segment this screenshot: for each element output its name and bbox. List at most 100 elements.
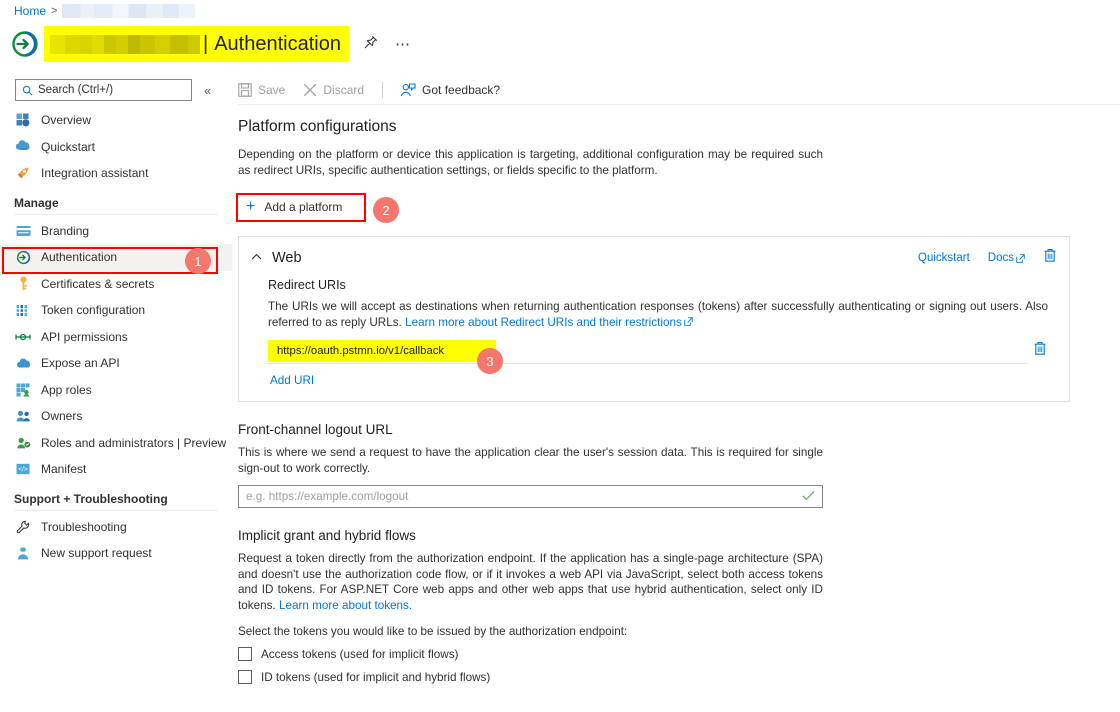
delete-redirect-uri-button[interactable] bbox=[1033, 341, 1047, 361]
access-tokens-checkbox[interactable] bbox=[238, 647, 252, 661]
sidebar-item-quickstart[interactable]: Quickstart bbox=[0, 134, 232, 161]
search-area: Search (Ctrl+/) « bbox=[15, 79, 211, 101]
page-title-highlight: | Authentication bbox=[44, 26, 349, 62]
web-card-actions: Quickstart Docs bbox=[918, 248, 1057, 268]
sidebar-item-label: Integration assistant bbox=[41, 166, 149, 181]
app-roles-icon bbox=[14, 382, 32, 398]
search-placeholder: Search (Ctrl+/) bbox=[38, 84, 114, 96]
collapse-panel-button[interactable]: « bbox=[204, 83, 211, 98]
sidebar-item-overview[interactable]: Overview bbox=[0, 107, 232, 134]
key-icon bbox=[14, 276, 32, 292]
sidebar-item-api-permissions[interactable]: API permissions bbox=[0, 324, 232, 351]
support-person-icon bbox=[14, 545, 32, 561]
sidebar-group-divider bbox=[14, 213, 218, 215]
front-channel-logout-placeholder: e.g. https://example.com/logout bbox=[246, 490, 409, 503]
api-permissions-icon bbox=[14, 329, 32, 345]
plus-icon: + bbox=[246, 198, 256, 215]
sidebar-item-app-roles[interactable]: App roles bbox=[0, 377, 232, 404]
left-navigation-panel: Search (Ctrl+/) « Overview Quickstart In… bbox=[0, 72, 232, 712]
breadcrumb-separator: > bbox=[51, 5, 58, 17]
wrench-icon bbox=[14, 519, 32, 535]
sidebar-item-label: Token configuration bbox=[41, 303, 146, 318]
sidebar-item-branding[interactable]: Branding bbox=[0, 218, 232, 245]
marker-2: 2 bbox=[373, 197, 399, 223]
platform-configurations-description: Depending on the platform or device this… bbox=[238, 148, 823, 177]
got-feedback-label: Got feedback? bbox=[422, 83, 501, 97]
sidebar-item-new-support-request[interactable]: New support request bbox=[0, 540, 232, 567]
sidebar-item-label: Roles and administrators | Preview bbox=[41, 435, 227, 450]
sidebar-item-integration-assistant[interactable]: Integration assistant bbox=[0, 160, 232, 187]
web-platform-card: Web Quickstart Docs Redirect URIs The UR… bbox=[238, 236, 1070, 402]
trash-icon bbox=[1044, 249, 1056, 262]
quickstart-link[interactable]: Quickstart bbox=[918, 252, 970, 264]
implicit-grant-learn-more-link[interactable]: Learn more about tokens. bbox=[279, 599, 412, 612]
save-button[interactable]: Save bbox=[238, 83, 285, 97]
sidebar-item-roles-and-administrators[interactable]: Roles and administrators | Preview bbox=[0, 430, 232, 457]
breadcrumb: Home > bbox=[14, 4, 196, 18]
access-tokens-checkbox-row[interactable]: Access tokens (used for implicit flows) bbox=[238, 647, 1070, 661]
sidebar-item-token-configuration[interactable]: Token configuration bbox=[0, 297, 232, 324]
discard-button[interactable]: Discard bbox=[303, 83, 364, 97]
authentication-app-icon bbox=[10, 29, 40, 59]
owners-icon bbox=[14, 408, 32, 424]
sidebar-group-manage-title: Manage bbox=[14, 195, 59, 210]
sidebar-item-certificates-secrets[interactable]: Certificates & secrets bbox=[0, 271, 232, 298]
chevron-up-icon[interactable] bbox=[251, 252, 262, 264]
sidebar-item-label: Manifest bbox=[41, 462, 87, 477]
redirect-uri-underline bbox=[268, 363, 1028, 364]
sidebar-item-owners[interactable]: Owners bbox=[0, 403, 232, 430]
external-link-icon bbox=[1016, 253, 1025, 263]
sidebar-group-divider bbox=[14, 509, 218, 511]
trash-icon bbox=[1034, 342, 1046, 355]
search-icon bbox=[22, 85, 33, 95]
docs-link[interactable]: Docs bbox=[988, 252, 1025, 264]
id-tokens-checkbox[interactable] bbox=[238, 670, 252, 684]
save-disk-icon bbox=[238, 83, 252, 97]
marker-3: 3 bbox=[477, 348, 503, 374]
save-label: Save bbox=[258, 83, 286, 97]
add-uri-link[interactable]: Add URI bbox=[270, 374, 1047, 387]
sidebar-item-label: Branding bbox=[41, 223, 90, 238]
breadcrumb-home-link[interactable]: Home bbox=[14, 4, 46, 18]
cloud-icon bbox=[14, 355, 32, 371]
breadcrumb-redacted-app-name bbox=[62, 4, 196, 18]
sidebar-item-expose-an-api[interactable]: Expose an API bbox=[0, 350, 232, 377]
quickstart-icon bbox=[14, 139, 32, 155]
discard-label: Discard bbox=[323, 83, 365, 97]
redirect-uris-learn-more-link[interactable]: Learn more about Redirect URIs and their… bbox=[405, 316, 682, 329]
manifest-icon: </> bbox=[14, 461, 32, 477]
svg-text:</>: </> bbox=[18, 466, 28, 473]
sidebar-item-label: API permissions bbox=[41, 329, 128, 344]
pin-icon[interactable] bbox=[363, 35, 378, 54]
x-icon bbox=[304, 83, 317, 97]
add-platform-area: + Add a platform bbox=[236, 193, 1120, 224]
redirect-uri-row: https://oauth.pstmn.io/v1/callback bbox=[268, 340, 1047, 364]
sidebar-item-label: App roles bbox=[41, 382, 92, 397]
toolbar-divider-rule bbox=[238, 104, 1120, 105]
redirect-uri-input[interactable]: https://oauth.pstmn.io/v1/callback bbox=[268, 340, 496, 362]
sidebar-group-support-title: Support + Troubleshooting bbox=[14, 491, 168, 506]
page-title-separator: | bbox=[203, 32, 209, 55]
front-channel-logout-input[interactable]: e.g. https://example.com/logout bbox=[238, 485, 823, 508]
command-toolbar: Save Discard Got feedback? bbox=[238, 77, 518, 103]
id-tokens-checkbox-row[interactable]: ID tokens (used for implicit and hybrid … bbox=[238, 670, 1070, 684]
add-platform-label: Add a platform bbox=[264, 200, 343, 214]
rocket-icon bbox=[14, 165, 32, 181]
token-icon bbox=[14, 302, 32, 318]
search-input[interactable]: Search (Ctrl+/) bbox=[15, 79, 192, 101]
redirect-uris-description: The URIs we will accept as destinations … bbox=[268, 299, 1048, 330]
got-feedback-button[interactable]: Got feedback? bbox=[400, 83, 500, 97]
web-card-body: Redirect URIs The URIs we will accept as… bbox=[239, 269, 1069, 387]
redirect-uris-heading: Redirect URIs bbox=[268, 278, 346, 292]
sidebar-item-label: Authentication bbox=[41, 250, 118, 265]
sidebar-item-label: Certificates & secrets bbox=[41, 276, 155, 291]
ellipsis-icon[interactable]: ⋯ bbox=[395, 35, 411, 53]
sidebar-item-label: Troubleshooting bbox=[41, 519, 127, 534]
page-header: | Authentication ⋯ bbox=[10, 24, 411, 64]
add-platform-button[interactable]: + Add a platform bbox=[238, 194, 357, 220]
sidebar-item-manifest[interactable]: </> Manifest bbox=[0, 456, 232, 483]
sidebar-item-label: New support request bbox=[41, 546, 152, 561]
authentication-icon bbox=[14, 249, 32, 265]
sidebar-item-troubleshooting[interactable]: Troubleshooting bbox=[0, 514, 232, 541]
delete-platform-button[interactable] bbox=[1043, 248, 1057, 268]
